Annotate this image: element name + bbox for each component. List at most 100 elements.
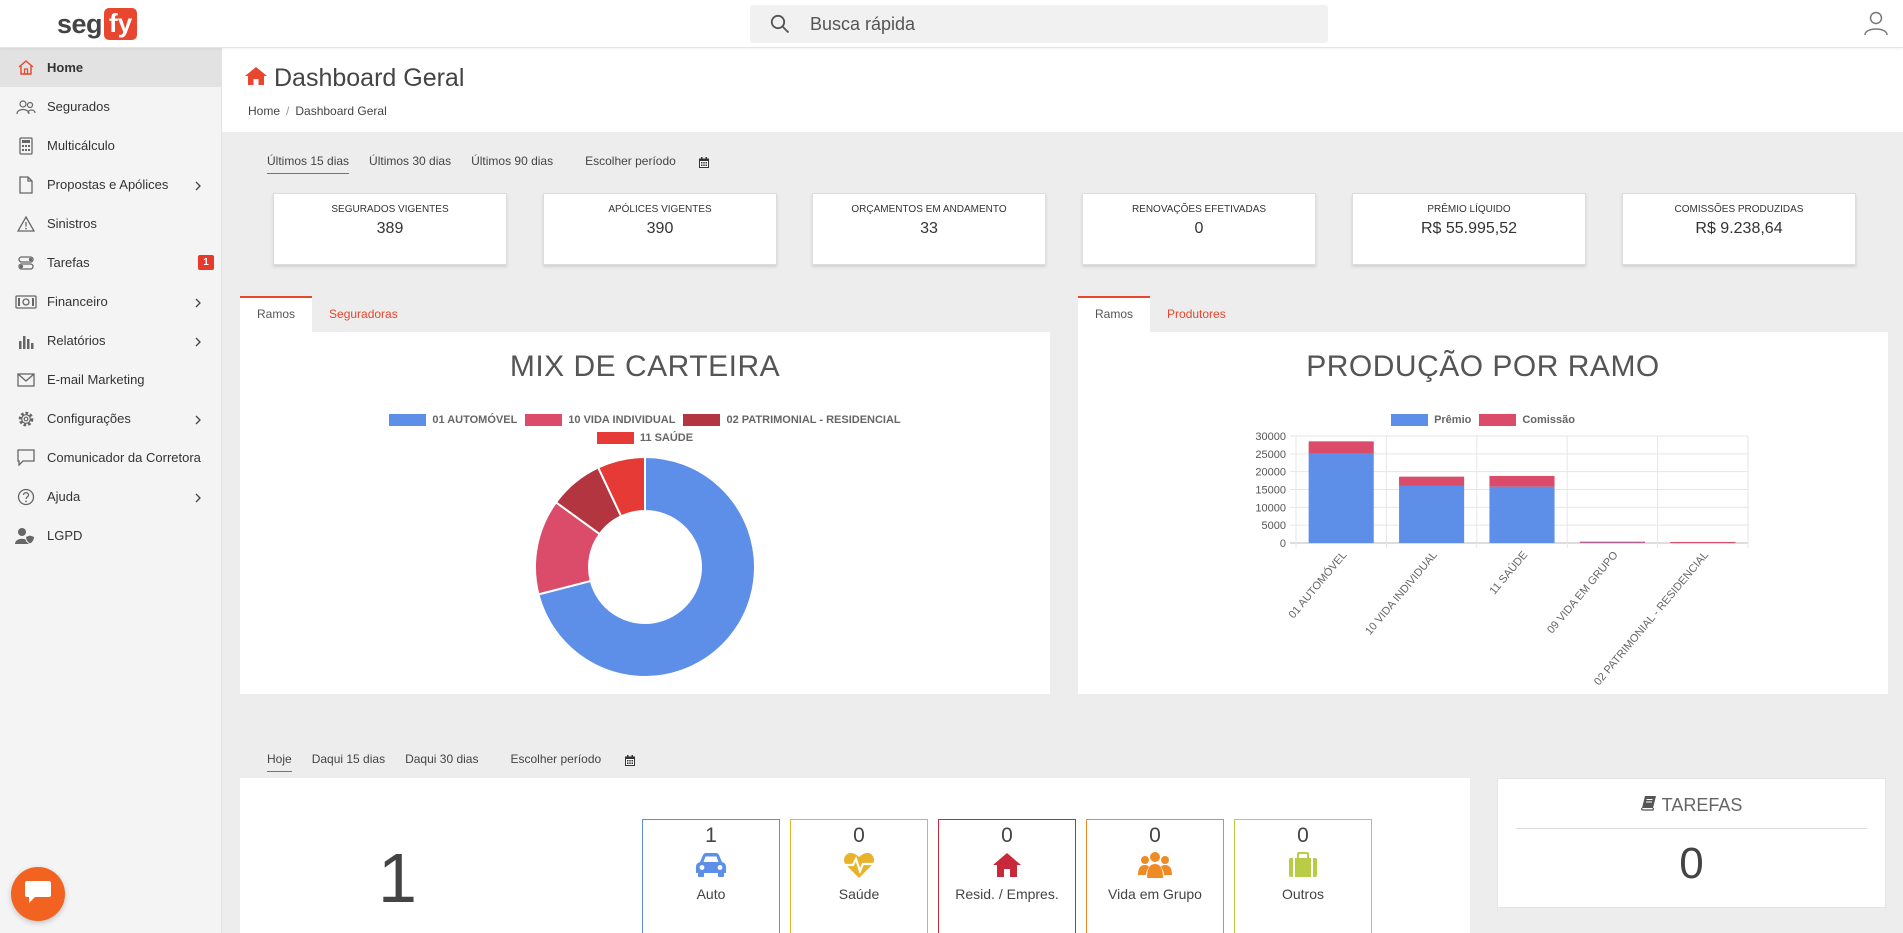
sidebar-item-tarefas[interactable]: Tarefas 1 [0, 243, 221, 282]
category-value: 0 [1001, 824, 1013, 847]
category-value: 0 [1297, 824, 1309, 847]
bar-segment[interactable] [1399, 485, 1465, 543]
breadcrumb: Home / Dashboard Geral [248, 104, 387, 118]
x-tick-label: 11 SAÚDE [1487, 549, 1531, 597]
bar-segment[interactable] [1579, 541, 1645, 543]
kpi-premio-liquido: PRÊMIO LÍQUIDO R$ 55.995,52 [1352, 193, 1586, 265]
page-title-text: Dashboard Geral [274, 64, 465, 92]
y-tick-label: 15000 [1255, 485, 1286, 497]
kpi-renovacoes: RENOVAÇÕES EFETIVADAS 0 [1082, 193, 1316, 265]
sidebar-item-segurados[interactable]: Segurados [0, 87, 221, 126]
group-icon [1087, 848, 1223, 882]
chevron-right-icon [195, 178, 201, 196]
kpi-value: 0 [1194, 220, 1204, 237]
kpi-value: 389 [376, 220, 404, 237]
bar-segment[interactable] [1308, 441, 1374, 454]
category-residencial[interactable]: 0 Resid. / Empres. [938, 819, 1076, 933]
sidebar-item-label: Segurados [47, 99, 110, 114]
sidebar-item-ajuda[interactable]: Ajuda [0, 477, 221, 516]
category-saude[interactable]: 0 Saúde [790, 819, 928, 933]
tasks-title: TAREFAS [1661, 795, 1743, 815]
sidebar-item-email-marketing[interactable]: E-mail Marketing [0, 360, 221, 399]
segfy-logo[interactable]: seg fy [57, 7, 138, 41]
sidebar-item-propostas[interactable]: Propostas e Apólices [0, 165, 221, 204]
due-15-days[interactable]: Daqui 15 dias [312, 752, 385, 772]
tab-produtores[interactable]: Produtores [1150, 296, 1243, 332]
money-icon [14, 294, 38, 309]
category-auto[interactable]: 1 Auto [642, 819, 780, 933]
category-vida-grupo[interactable]: 0 Vida em Grupo [1086, 819, 1224, 933]
tasks-panel[interactable]: TAREFAS 0 [1497, 778, 1886, 908]
y-tick-label: 25000 [1255, 449, 1286, 461]
sidebar-item-label: Sinistros [47, 216, 97, 231]
sidebar-item-financeiro[interactable]: Financeiro [0, 282, 221, 321]
users-icon [14, 99, 38, 115]
sidebar-item-lgpd[interactable]: LGPD [0, 516, 221, 555]
category-label: Vida em Grupo [1108, 886, 1202, 902]
search-input[interactable] [810, 13, 1290, 35]
kpi-title: PRÊMIO LÍQUIDO [1427, 204, 1511, 215]
category-value: 0 [853, 824, 865, 847]
sidebar-item-relatorios[interactable]: Relatórios [0, 321, 221, 360]
due-today[interactable]: Hoje [267, 752, 292, 772]
kpi-value: R$ 55.995,52 [1420, 220, 1518, 237]
y-tick-label: 30000 [1255, 431, 1286, 443]
support-chat-button[interactable] [11, 867, 65, 921]
chevron-right-icon [195, 334, 201, 352]
due-30-days[interactable]: Daqui 30 dias [405, 752, 478, 772]
sidebar-item-configuracoes[interactable]: Configurações [0, 399, 221, 438]
home-icon [244, 66, 268, 91]
help-icon [14, 488, 38, 506]
kpi-comissoes: COMISSÕES PRODUZIDAS R$ 9.238,64 [1622, 193, 1856, 265]
user-shield-icon [14, 527, 38, 545]
heartbeat-icon [791, 848, 927, 882]
renewals-total: 1 [378, 839, 417, 917]
breadcrumb-home[interactable]: Home [248, 104, 280, 118]
x-tick-label: 10 VIDA INDIVIDUAL [1363, 549, 1440, 637]
kpi-title: SEGURADOS VIGENTES [331, 204, 449, 215]
gear-icon [14, 410, 38, 428]
category-outros[interactable]: 0 Outros [1234, 819, 1372, 933]
y-tick-label: 20000 [1255, 467, 1286, 479]
house-icon [939, 848, 1075, 882]
y-tick-label: 5000 [1262, 520, 1286, 532]
briefcase-icon [1235, 848, 1371, 882]
tasks-count: 0 [1679, 839, 1704, 888]
sidebar-item-multicalculo[interactable]: Multicálculo [0, 126, 221, 165]
stacked-bar-chart: 30000 25000 20000 15000 10000 5000 001 AUTOMÓV… [1255, 431, 1749, 688]
kpi-value: 390 [646, 220, 674, 237]
chevron-right-icon [195, 295, 201, 313]
logo-text-seg: seg [57, 8, 103, 39]
tab-seguradoras[interactable]: Seguradoras [312, 296, 415, 332]
category-label: Auto [696, 886, 726, 902]
bar-segment[interactable] [1489, 486, 1555, 543]
tab-ramos[interactable]: Ramos [1078, 296, 1151, 332]
bar-segment[interactable] [1399, 476, 1465, 486]
sidebar-item-home[interactable]: Home [0, 48, 221, 87]
category-label: Saúde [838, 886, 880, 902]
renewals-panel: 1 1 Auto 0 Saúde 0 Resid. / Empres. 0 Vi… [240, 778, 1470, 933]
period-90-days[interactable]: Últimos 90 dias [471, 154, 553, 174]
bar-segment[interactable] [1489, 475, 1555, 487]
kpi-apolices-vigentes: APÓLICES VIGENTES 390 [543, 193, 777, 265]
quick-search[interactable] [750, 5, 1328, 43]
bar-segment[interactable] [1308, 453, 1374, 543]
warning-icon [14, 215, 38, 232]
sidebar-item-sinistros[interactable]: Sinistros [0, 204, 221, 243]
tab-ramos[interactable]: Ramos [240, 296, 313, 332]
page-title: Dashboard Geral [244, 64, 464, 93]
user-icon[interactable] [1863, 10, 1889, 41]
due-custom[interactable]: Escolher período [510, 752, 635, 772]
chevron-right-icon [195, 490, 201, 508]
sidebar-item-comunicador[interactable]: Comunicador da Corretora [0, 438, 221, 477]
period-custom[interactable]: Escolher período [585, 154, 710, 174]
chat-icon [14, 449, 38, 466]
sidebar-item-label: E-mail Marketing [47, 372, 145, 387]
period-15-days[interactable]: Últimos 15 dias [267, 154, 350, 174]
sidebar-item-label: Ajuda [47, 489, 81, 504]
tasks-icon [14, 255, 38, 271]
search-icon [750, 14, 810, 34]
kpi-title: COMISSÕES PRODUZIDAS [1674, 204, 1804, 215]
bar-segment[interactable] [1670, 541, 1736, 543]
period-30-days[interactable]: Últimos 30 dias [369, 154, 451, 174]
